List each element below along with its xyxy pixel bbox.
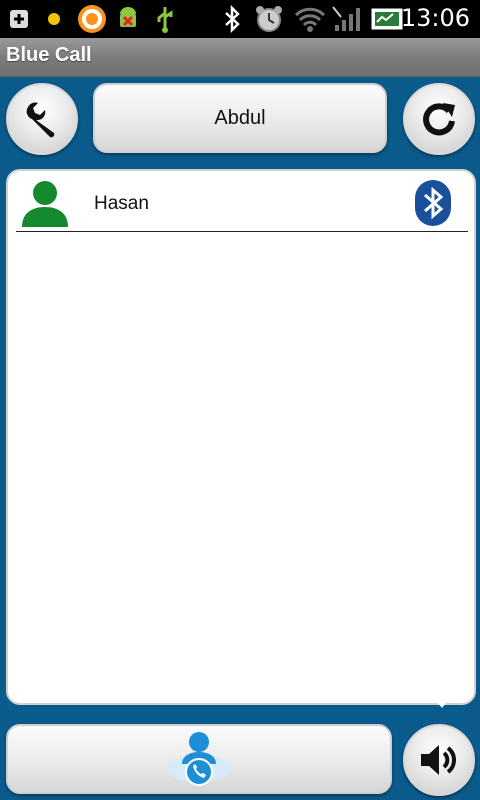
list-item[interactable]: Hasan (16, 175, 468, 232)
bluetooth-icon (415, 180, 451, 226)
title-bar: Blue Call (0, 38, 480, 77)
contact-name: Hasan (94, 193, 149, 214)
speaker-icon (421, 745, 456, 775)
call-contact-icon (167, 732, 231, 786)
selected-contact-button[interactable]: Abdul (93, 83, 387, 153)
app-circle-icon (76, 5, 108, 33)
notification-dot-icon (44, 5, 64, 33)
settings-button[interactable] (6, 83, 78, 155)
bluetooth-icon (220, 5, 244, 33)
panel-pointer (432, 696, 452, 708)
status-bar: 13:06 (0, 0, 480, 38)
wifi-icon (292, 5, 328, 33)
selected-contact-label: Abdul (214, 106, 266, 129)
refresh-button[interactable] (403, 83, 475, 155)
refresh-icon (423, 103, 455, 136)
signal-icon (330, 5, 364, 33)
wrench-icon (26, 102, 55, 138)
status-time: 13:06 (400, 4, 470, 32)
app-title: Blue Call (6, 44, 92, 66)
android-debug-icon (112, 5, 144, 33)
usb-icon (152, 5, 178, 33)
contact-list: Hasan (6, 169, 476, 705)
alarm-icon (252, 5, 286, 33)
speaker-button[interactable] (403, 724, 475, 796)
person-icon (22, 181, 68, 227)
add-icon (6, 5, 32, 33)
call-button[interactable] (6, 724, 392, 794)
